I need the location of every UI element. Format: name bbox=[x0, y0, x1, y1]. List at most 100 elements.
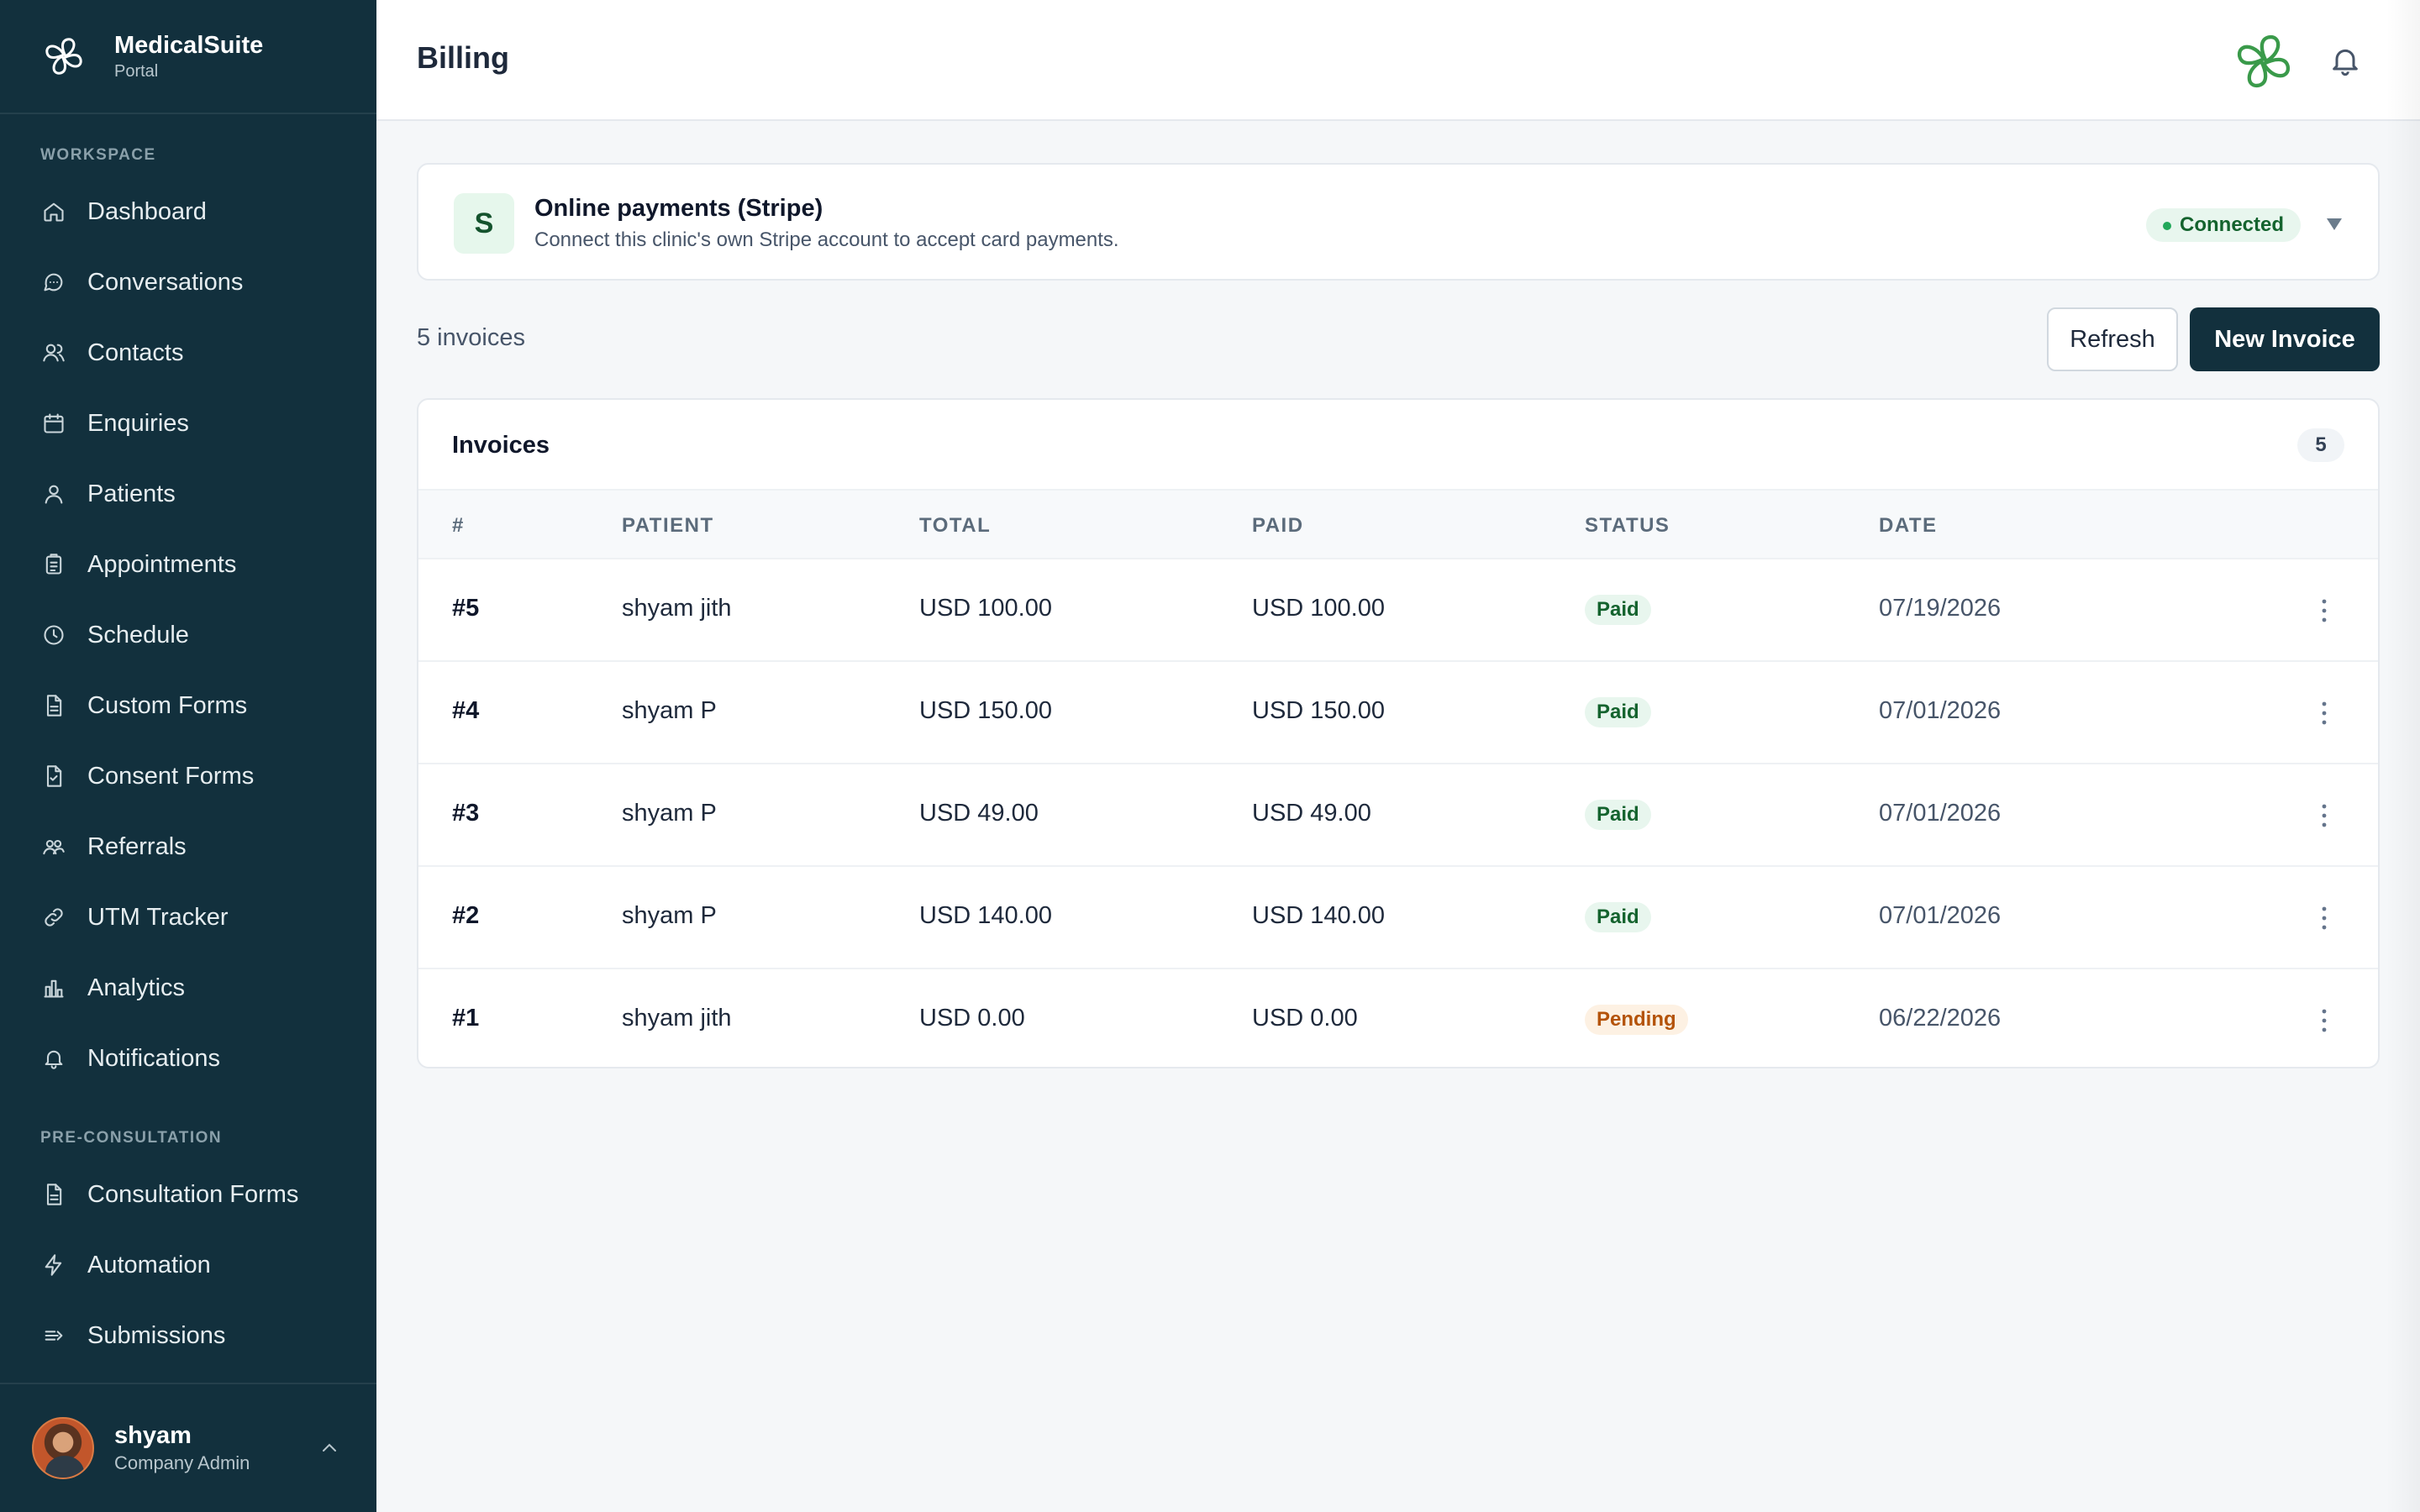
stripe-description: Connect this clinic's own Stripe account… bbox=[534, 228, 1119, 251]
chat-icon bbox=[44, 273, 63, 291]
invoice-date: 06/22/2026 bbox=[1879, 1005, 2002, 1032]
page-title: Billing bbox=[417, 40, 509, 75]
user-menu[interactable]: shyam Company Admin bbox=[0, 1383, 376, 1512]
sidebar-item-analytics[interactable]: Analytics bbox=[0, 956, 376, 1020]
sidebar-item-label: Consent Forms bbox=[87, 762, 255, 790]
more-options-icon[interactable] bbox=[2316, 596, 2333, 625]
column-header-number[interactable]: # bbox=[452, 514, 465, 538]
bolt-icon bbox=[45, 1254, 62, 1276]
sidebar-item-enquiries[interactable]: Enquiries bbox=[0, 391, 376, 455]
sidebar-item-label: Consultation Forms bbox=[87, 1180, 299, 1208]
sidebar-item-label: Submissions bbox=[87, 1321, 226, 1349]
column-header-patient[interactable]: PATIENT bbox=[622, 514, 714, 538]
clover-logo-icon bbox=[2238, 35, 2290, 87]
sidebar-item-automation[interactable]: Automation bbox=[0, 1233, 376, 1297]
sidebar-item-label: Automation bbox=[87, 1251, 211, 1278]
sidebar-item-notifications[interactable]: Notifications bbox=[0, 1026, 376, 1090]
invoice-number[interactable]: #1 bbox=[452, 1005, 479, 1032]
sidebar-item-appointments[interactable]: Appointments bbox=[0, 533, 376, 596]
invoice-paid: USD 49.00 bbox=[1252, 800, 1371, 827]
sidebar-item-label: Custom Forms bbox=[87, 691, 248, 719]
invoice-paid: USD 150.00 bbox=[1252, 697, 1385, 724]
submit-icon bbox=[45, 1331, 63, 1341]
sidebar-item-label: Conversations bbox=[87, 268, 244, 296]
sidebar-item-contacts[interactable]: Contacts bbox=[0, 321, 376, 385]
clock-icon bbox=[44, 625, 64, 645]
clover-logo-icon bbox=[45, 38, 82, 75]
notifications-bell-icon[interactable] bbox=[2328, 42, 2362, 79]
caret-down-icon[interactable] bbox=[2324, 213, 2344, 234]
page-edge-shadow bbox=[2386, 0, 2420, 1512]
table-row[interactable]: #2 shyam P USD 140.00 USD 140.00 Paid 07… bbox=[418, 867, 2378, 969]
sidebar-item-label: UTM Tracker bbox=[87, 903, 229, 931]
column-header-paid[interactable]: PAID bbox=[1252, 514, 1304, 538]
chevron-up-icon[interactable] bbox=[319, 1438, 339, 1458]
sidebar-item-patients[interactable]: Patients bbox=[0, 462, 376, 526]
sidebar-item-utm-tracker[interactable]: UTM Tracker bbox=[0, 885, 376, 949]
invoice-number[interactable]: #3 bbox=[452, 800, 479, 827]
bar-chart-icon bbox=[44, 979, 64, 998]
invoice-number[interactable]: #2 bbox=[452, 902, 479, 930]
invoice-paid: USD 100.00 bbox=[1252, 595, 1385, 622]
invoices-table-card: Invoices 5 # PATIENT TOTAL PAID STATUS D… bbox=[417, 398, 2380, 1068]
sidebar-item-submissions[interactable]: Submissions bbox=[0, 1304, 376, 1368]
refresh-button[interactable]: Refresh bbox=[2047, 307, 2178, 371]
invoice-date: 07/01/2026 bbox=[1879, 902, 2002, 929]
sidebar-item-label: Schedule bbox=[87, 621, 189, 648]
stripe-logo: S bbox=[454, 193, 514, 254]
brand-subtitle: Portal bbox=[114, 62, 159, 81]
user-name: shyam bbox=[114, 1422, 192, 1449]
brand[interactable]: MedicalSuite Portal bbox=[0, 0, 376, 114]
invoice-number[interactable]: #4 bbox=[452, 697, 479, 725]
stripe-payments-card: S Online payments (Stripe) Connect this … bbox=[417, 163, 2380, 281]
invoice-total: USD 49.00 bbox=[919, 800, 1039, 827]
table-header: # PATIENT TOTAL PAID STATUS DATE bbox=[418, 489, 2378, 559]
table-row[interactable]: #3 shyam P USD 49.00 USD 49.00 Paid 07/0… bbox=[418, 764, 2378, 867]
avatar bbox=[32, 1417, 94, 1479]
document-icon bbox=[46, 1184, 62, 1205]
invoice-number[interactable]: #5 bbox=[452, 595, 479, 622]
patient-name: shyam P bbox=[622, 902, 717, 929]
more-options-icon[interactable] bbox=[2316, 801, 2333, 830]
contacts-icon bbox=[43, 344, 65, 362]
home-icon bbox=[44, 202, 64, 222]
brand-name: MedicalSuite bbox=[114, 32, 264, 59]
sidebar-item-label: Dashboard bbox=[87, 197, 207, 225]
column-header-date[interactable]: DATE bbox=[1879, 514, 1938, 538]
link-icon bbox=[45, 908, 63, 927]
column-header-status[interactable]: STATUS bbox=[1585, 514, 1670, 538]
sidebar-item-consultation-forms[interactable]: Consultation Forms bbox=[0, 1163, 376, 1226]
stripe-title: Online payments (Stripe) bbox=[534, 195, 823, 222]
connected-status-badge: Connected bbox=[2146, 208, 2302, 242]
patient-name: shyam P bbox=[622, 697, 717, 724]
users-icon bbox=[43, 839, 65, 855]
bell-icon bbox=[45, 1050, 63, 1069]
column-header-total[interactable]: TOTAL bbox=[919, 514, 991, 538]
sidebar-item-referrals[interactable]: Referrals bbox=[0, 815, 376, 879]
sidebar-item-schedule[interactable]: Schedule bbox=[0, 603, 376, 667]
new-invoice-button[interactable]: New Invoice bbox=[2190, 307, 2380, 371]
calendar-icon bbox=[44, 413, 64, 433]
status-badge: Paid bbox=[1585, 697, 1651, 727]
more-options-icon[interactable] bbox=[2316, 1006, 2333, 1035]
invoice-total: USD 100.00 bbox=[919, 595, 1052, 622]
table-row[interactable]: #1 shyam jith USD 0.00 USD 0.00 Pending … bbox=[418, 969, 2378, 1067]
user-role: Company Admin bbox=[114, 1452, 250, 1473]
more-options-icon[interactable] bbox=[2316, 699, 2333, 727]
invoice-date: 07/19/2026 bbox=[1879, 595, 2002, 622]
table-row[interactable]: #4 shyam P USD 150.00 USD 150.00 Paid 07… bbox=[418, 662, 2378, 764]
status-badge: Paid bbox=[1585, 902, 1651, 932]
sidebar-item-dashboard[interactable]: Dashboard bbox=[0, 180, 376, 244]
invoice-date: 07/01/2026 bbox=[1879, 800, 2002, 827]
user-icon bbox=[45, 485, 63, 504]
more-options-icon[interactable] bbox=[2316, 904, 2333, 932]
sidebar-item-conversations[interactable]: Conversations bbox=[0, 250, 376, 314]
sidebar-item-consent-forms[interactable]: Consent Forms bbox=[0, 744, 376, 808]
patient-name: shyam jith bbox=[622, 595, 732, 622]
sidebar-item-custom-forms[interactable]: Custom Forms bbox=[0, 674, 376, 738]
status-badge: Pending bbox=[1585, 1005, 1688, 1035]
table-title: Invoices bbox=[452, 432, 550, 459]
table-row[interactable]: #5 shyam jith USD 100.00 USD 100.00 Paid… bbox=[418, 559, 2378, 662]
patient-name: shyam P bbox=[622, 800, 717, 827]
section-label-pre-consultation: PRE-CONSULTATION bbox=[40, 1129, 223, 1147]
